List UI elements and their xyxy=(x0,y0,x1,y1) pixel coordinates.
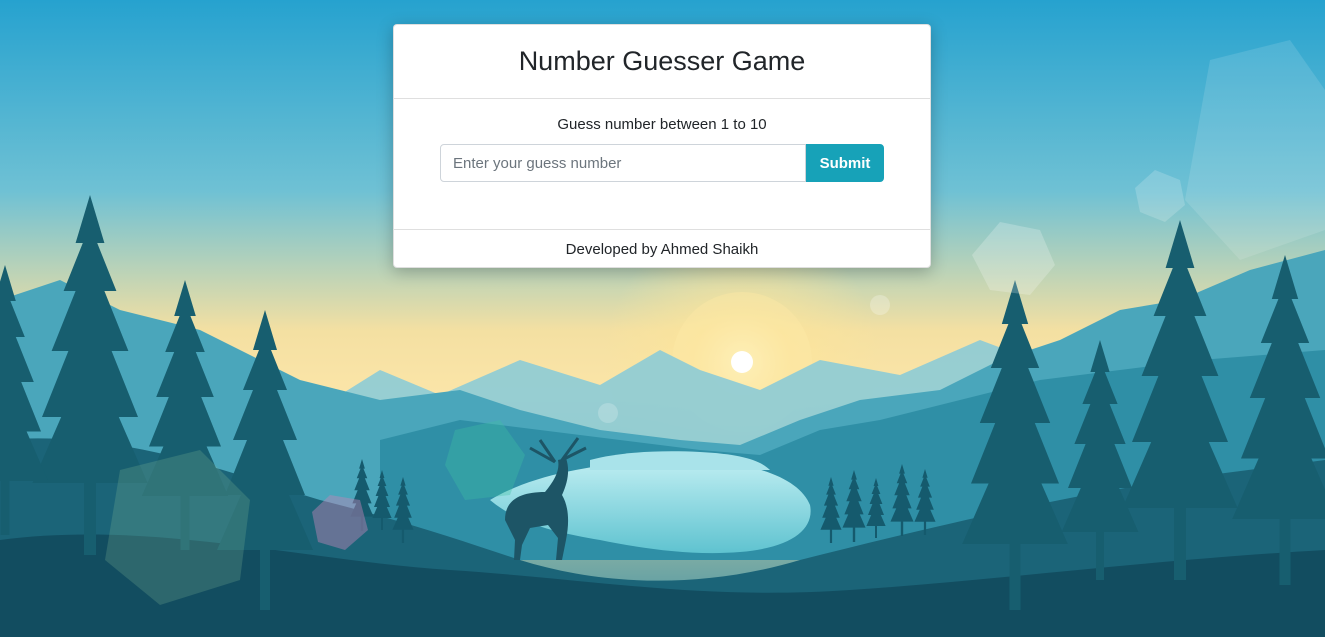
page-title: Number Guesser Game xyxy=(518,46,806,76)
game-card: Number Guesser Game Guess number between… xyxy=(393,24,931,268)
card-footer: Developed by Ahmed Shaikh xyxy=(394,229,930,269)
guess-input-group: Submit xyxy=(394,144,930,182)
card-body: Guess number between 1 to 10 Submit xyxy=(394,99,930,229)
guess-input[interactable] xyxy=(440,144,806,182)
submit-button[interactable]: Submit xyxy=(806,144,884,182)
instructions-text: Guess number between 1 to 10 xyxy=(557,116,767,133)
developer-credit: Developed by Ahmed Shaikh xyxy=(565,241,759,258)
page: Number Guesser Game Guess number between… xyxy=(0,0,1325,637)
card-header: Number Guesser Game xyxy=(394,25,930,99)
